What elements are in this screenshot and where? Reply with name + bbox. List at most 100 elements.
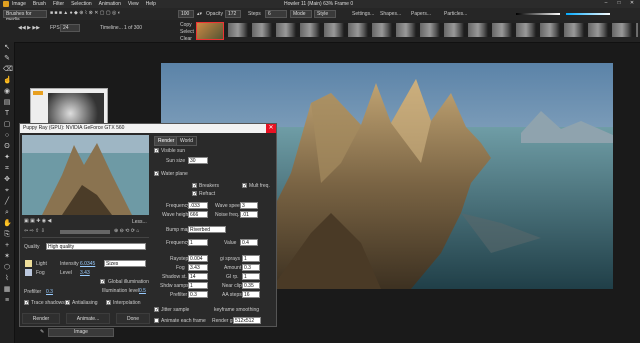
dialog-preview[interactable] xyxy=(22,135,149,215)
gradient-tool-icon[interactable]: ▤ xyxy=(3,99,11,107)
current-frame-thumbnail[interactable] xyxy=(196,22,224,40)
fog-color-swatch[interactable] xyxy=(25,269,32,276)
preview-tool-icons[interactable]: ▣ ▣ ✚ ◉ ◀ xyxy=(24,218,51,224)
menu-view[interactable]: View xyxy=(128,1,139,7)
menu-image[interactable]: Image xyxy=(12,1,26,7)
saturation-slider[interactable] xyxy=(566,13,610,15)
timeline-button[interactable]: Timeline... xyxy=(100,25,123,31)
zoom-tool-icon[interactable]: ⌕ xyxy=(3,209,11,217)
raystep-field[interactable]: 0.004 xyxy=(188,255,208,262)
move-tool-icon[interactable]: ✥ xyxy=(3,176,11,184)
antialiasing-checkbox[interactable]: ✓ xyxy=(65,300,70,306)
wand-tool-icon[interactable]: ✦ xyxy=(3,154,11,162)
select-label[interactable]: Select xyxy=(180,29,194,35)
menu-selection[interactable]: Selection xyxy=(71,1,92,7)
bump-map-dropdown[interactable]: Riverbed xyxy=(188,226,226,233)
grid-tool-icon[interactable]: ▦ xyxy=(3,286,11,294)
brush-tool-icon[interactable]: ✎ xyxy=(3,55,11,63)
gi-rp-field[interactable]: 1 xyxy=(242,273,260,280)
text-tool-icon[interactable]: T xyxy=(3,110,11,118)
size-arrows-icon[interactable]: ▴▾ xyxy=(197,11,202,17)
pointer-tool-icon[interactable]: ↖ xyxy=(3,44,11,52)
star-tool-icon[interactable]: ✶ xyxy=(3,253,11,261)
visible-sun-checkbox[interactable]: ✓ xyxy=(154,148,159,154)
interpolation-checkbox[interactable]: ✓ xyxy=(106,300,111,306)
menu-brush[interactable]: Brush xyxy=(33,1,46,7)
hand-tool-icon[interactable]: ✋ xyxy=(3,220,12,228)
amount-field[interactable]: 0.3 xyxy=(242,264,260,271)
breakers-checkbox[interactable]: ✓ xyxy=(192,183,197,189)
frequency2-field[interactable]: 1 xyxy=(188,239,208,246)
camera-controls-icon[interactable]: ⊕ ⊖ ⟲ ⟳ ⌂ xyxy=(114,228,139,234)
papers-button[interactable]: Papers... xyxy=(411,11,431,17)
refract-checkbox[interactable]: ✓ xyxy=(192,191,197,197)
menu-filter[interactable]: Filter xyxy=(53,1,64,7)
copy-label[interactable]: Copy xyxy=(180,22,192,28)
global-illum-checkbox[interactable]: ✓ xyxy=(100,279,105,285)
done-button[interactable]: Done xyxy=(116,313,150,324)
frequency-field[interactable]: .033 xyxy=(188,202,208,209)
animate-each-frame-checkbox[interactable] xyxy=(154,318,159,323)
wave-height-field[interactable]: 666 xyxy=(188,211,208,218)
layers-tool-icon[interactable]: ≡ xyxy=(3,297,11,305)
close-icon[interactable]: ✕ xyxy=(626,0,638,8)
render-grid-dropdown[interactable]: 512x512 xyxy=(233,317,261,324)
navigator-preview[interactable] xyxy=(48,93,104,127)
prefilter-value[interactable]: 0.3 xyxy=(46,289,53,295)
opacity-field[interactable]: 172 xyxy=(225,10,241,18)
aa-steps-field[interactable]: 16 xyxy=(242,291,260,298)
maximize-icon[interactable]: □ xyxy=(613,0,625,8)
shapes-button[interactable]: Shapes... xyxy=(380,11,401,17)
preview-slider[interactable] xyxy=(60,230,110,234)
particles-button[interactable]: Particles... xyxy=(444,11,467,17)
near-clip-field[interactable]: 0.35 xyxy=(242,282,260,289)
ellipse-select-icon[interactable]: ○ xyxy=(3,132,11,140)
illum-level-value[interactable]: 0.5 xyxy=(139,288,146,294)
jitter-sample-checkbox[interactable]: ✓ xyxy=(154,307,159,313)
playback-controls[interactable]: ◀◀ ▶ ▶▶ xyxy=(18,25,40,31)
shadow-st-field[interactable]: 14 xyxy=(188,273,208,280)
render-button[interactable]: Render xyxy=(22,313,60,324)
mult-freq-checkbox[interactable]: ✓ xyxy=(242,183,247,189)
swatch-icons[interactable]: ■ ■ ■ ▲ ● ◆ ⊕ ⌇ ⊗ ✕ ▢ ▢ ◎ ◐ xyxy=(50,10,121,16)
tab-render[interactable]: Render xyxy=(154,136,179,146)
eyedropper-tool-icon[interactable]: ⌖ xyxy=(3,187,11,195)
trace-shadows-checkbox[interactable]: ✓ xyxy=(24,300,29,306)
plus-tool-icon[interactable]: + xyxy=(3,242,11,250)
size-field[interactable]: 100 xyxy=(178,10,194,18)
clone-tool-icon[interactable]: ⎘ xyxy=(3,231,11,239)
menu-help[interactable]: Help xyxy=(146,1,156,7)
image-dropdown[interactable]: Image xyxy=(48,328,114,337)
value-field[interactable]: 0.4 xyxy=(240,239,258,246)
smudge-tool-icon[interactable]: ☝ xyxy=(3,77,12,85)
sun-size-field[interactable]: 30 xyxy=(188,157,208,164)
less-button[interactable]: Less... xyxy=(132,219,147,225)
rect-select-icon[interactable]: ▢ xyxy=(3,121,11,129)
animate-button[interactable]: Animate... xyxy=(66,313,110,324)
settings-button[interactable]: Settings... xyxy=(352,11,374,17)
intensity-value[interactable]: 6.0345 xyxy=(80,261,95,267)
wave-speed-field[interactable]: 3 xyxy=(240,202,258,209)
pencil-icon[interactable]: ✎ xyxy=(40,329,44,335)
style-dropdown[interactable]: Style xyxy=(314,10,336,18)
shdw-samps-field[interactable]: 1 xyxy=(188,282,208,289)
frame-strip[interactable] xyxy=(224,23,638,37)
mode-dropdown[interactable]: Mode xyxy=(290,10,312,18)
sizes-dropdown[interactable]: Sizes xyxy=(104,260,146,267)
quality-dropdown[interactable]: High quality xyxy=(46,243,146,250)
lightness-slider[interactable] xyxy=(516,13,560,15)
tab-world[interactable]: World xyxy=(176,136,197,146)
menu-animation[interactable]: Animation xyxy=(99,1,121,7)
steps-field[interactable]: 6 xyxy=(265,10,287,18)
nav-arrows-icon[interactable]: ⇦ ⇨ ⇧ ⇩ xyxy=(24,228,45,234)
clear-label[interactable]: Clear xyxy=(180,36,192,42)
water-plane-checkbox[interactable]: ✓ xyxy=(154,171,159,177)
crop-tool-icon[interactable]: ⌗ xyxy=(3,165,11,173)
dialog-close-icon[interactable]: ✕ xyxy=(266,124,276,133)
fill-tool-icon[interactable]: ◉ xyxy=(3,88,11,96)
warp-tool-icon[interactable]: ⌇ xyxy=(3,275,11,283)
prefilter-world-field[interactable]: 0.3 xyxy=(188,291,208,298)
fog-world-field[interactable]: 3.43 xyxy=(188,264,208,271)
minimize-icon[interactable]: – xyxy=(600,0,612,8)
lasso-tool-icon[interactable]: ʘ xyxy=(3,143,11,151)
